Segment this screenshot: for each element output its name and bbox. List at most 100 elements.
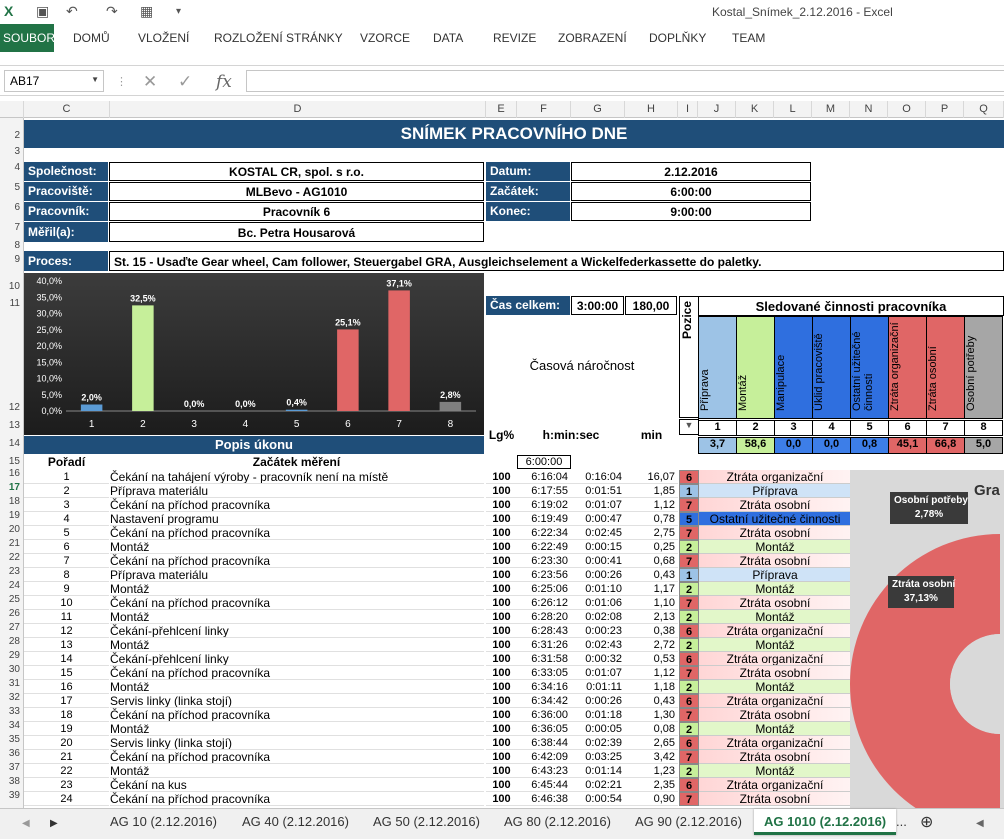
tab-insert[interactable]: VLOŽENÍ	[138, 31, 189, 45]
record-dur[interactable]: 0:02:08	[571, 610, 625, 624]
record-position[interactable]: 7	[679, 708, 699, 722]
row-header[interactable]: 26	[0, 608, 22, 619]
record-dur[interactable]: 0:01:11	[571, 680, 625, 694]
record-dur[interactable]: 0:00:23	[571, 624, 625, 638]
row-header[interactable]: 14	[0, 438, 22, 449]
tab-formulas[interactable]: VZORCE	[360, 31, 410, 45]
record-min[interactable]: 0,38	[625, 624, 678, 638]
row-header[interactable]: 11	[0, 298, 22, 309]
row-header[interactable]: 7	[0, 222, 22, 233]
record-lg[interactable]: 100	[486, 736, 517, 750]
record-desc[interactable]: Čekání na příchod pracovníka	[110, 708, 484, 722]
record-desc[interactable]: Příprava materiálu	[110, 568, 484, 582]
select-all[interactable]	[0, 101, 24, 118]
record-position[interactable]: 7	[679, 750, 699, 764]
record-time[interactable]: 6:28:20	[517, 610, 571, 624]
bar[interactable]	[388, 290, 410, 411]
record-lg[interactable]: 100	[486, 470, 517, 484]
record-dur[interactable]: 0:00:54	[571, 792, 625, 806]
row-header[interactable]: 20	[0, 524, 22, 535]
row-header[interactable]: 36	[0, 748, 22, 759]
row-header[interactable]: 19	[0, 510, 22, 521]
record-min[interactable]: 1,12	[625, 498, 678, 512]
record-min[interactable]: 3,42	[625, 750, 678, 764]
filter-icon[interactable]: ▼	[679, 419, 699, 435]
process-value[interactable]: St. 15 - Usaďte Gear wheel, Cam follower…	[109, 251, 1004, 271]
record-dur[interactable]: 0:00:47	[571, 512, 625, 526]
record-time[interactable]: 6:42:09	[517, 750, 571, 764]
record-position[interactable]: 1	[679, 568, 699, 582]
record-desc[interactable]: Čekání na příchod pracovníka	[110, 498, 484, 512]
row-header[interactable]: 17	[0, 482, 22, 493]
record-desc[interactable]: Čekání-přehlcení linky	[110, 652, 484, 666]
record-min[interactable]: 1,85	[625, 484, 678, 498]
row-header[interactable]: 39	[0, 790, 22, 801]
record-time[interactable]: 6:34:42	[517, 694, 571, 708]
row-header[interactable]: 28	[0, 636, 22, 647]
row-header[interactable]: 30	[0, 664, 22, 675]
record-position[interactable]: 2	[679, 540, 699, 554]
bar[interactable]	[80, 404, 103, 412]
record-lg[interactable]: 100	[486, 610, 517, 624]
record-desc[interactable]: Montáž	[110, 540, 484, 554]
row-header[interactable]: 22	[0, 552, 22, 563]
record-time[interactable]: 6:36:00	[517, 708, 571, 722]
end-value[interactable]: 9:00:00	[571, 202, 811, 221]
record-dur[interactable]: 0:00:26	[571, 694, 625, 708]
record-position[interactable]: 2	[679, 610, 699, 624]
row-header[interactable]: 37	[0, 762, 22, 773]
record-time[interactable]: 6:25:06	[517, 582, 571, 596]
record-n[interactable]: 9	[24, 582, 109, 596]
column-header-h[interactable]: H	[625, 101, 678, 118]
record-dur[interactable]: 0:01:07	[571, 498, 625, 512]
record-lg[interactable]: 100	[486, 512, 517, 526]
row-header[interactable]: 6	[0, 202, 22, 213]
column-header-e[interactable]: E	[486, 101, 517, 118]
record-lg[interactable]: 100	[486, 680, 517, 694]
measured-value[interactable]: Bc. Petra Housarová	[109, 222, 484, 242]
tab-page-layout[interactable]: ROZLOŽENÍ STRÁNKY	[214, 31, 343, 45]
record-dur[interactable]: 0:03:25	[571, 750, 625, 764]
tab-review[interactable]: REVIZE	[493, 31, 536, 45]
record-position[interactable]: 6	[679, 470, 699, 484]
record-time[interactable]: 6:45:44	[517, 778, 571, 792]
sheet-tab-ag10[interactable]: AG 10 (2.12.2016)	[110, 814, 217, 829]
total-min-value[interactable]: 180,00	[625, 296, 677, 315]
record-lg[interactable]: 100	[486, 778, 517, 792]
column-header-c[interactable]: C	[24, 101, 110, 118]
workplace-value[interactable]: MLBevo - AG1010	[109, 182, 484, 201]
record-desc[interactable]: Čekání na příchod pracovníka	[110, 750, 484, 764]
measure-start-time[interactable]: 6:00:00	[517, 455, 571, 469]
record-min[interactable]: 2,35	[625, 778, 678, 792]
record-lg[interactable]: 100	[486, 708, 517, 722]
record-min[interactable]: 1,23	[625, 764, 678, 778]
record-n[interactable]: 23	[24, 778, 109, 792]
column-header-k[interactable]: K	[736, 101, 774, 118]
record-time[interactable]: 6:22:49	[517, 540, 571, 554]
row-header[interactable]: 13	[0, 420, 22, 431]
record-min[interactable]: 0,43	[625, 694, 678, 708]
record-desc[interactable]: Montáž	[110, 638, 484, 652]
record-n[interactable]: 8	[24, 568, 109, 582]
record-lg[interactable]: 100	[486, 624, 517, 638]
more-sheets[interactable]: ...	[896, 814, 907, 829]
column-header-q[interactable]: Q	[964, 101, 1004, 118]
sheet-tab-ag90[interactable]: AG 90 (2.12.2016)	[635, 814, 742, 829]
tab-home[interactable]: DOMŮ	[73, 31, 110, 45]
record-position[interactable]: 2	[679, 680, 699, 694]
record-n[interactable]: 20	[24, 736, 109, 750]
record-desc[interactable]: Servis linky (linka stojí)	[110, 736, 484, 750]
record-position[interactable]: 6	[679, 694, 699, 708]
record-time[interactable]: 6:36:05	[517, 722, 571, 736]
record-lg[interactable]: 100	[486, 596, 517, 610]
record-min[interactable]: 1,12	[625, 666, 678, 680]
pie-chart[interactable]: Gra Osobní potřeby 2,78% Ztráta osobní 3…	[850, 470, 1004, 808]
record-min[interactable]: 1,10	[625, 596, 678, 610]
record-min[interactable]: 0,53	[625, 652, 678, 666]
record-lg[interactable]: 100	[486, 484, 517, 498]
record-dur[interactable]: 0:02:43	[571, 638, 625, 652]
record-desc[interactable]: Čekání-přehlcení linky	[110, 624, 484, 638]
scroll-left-icon[interactable]: ◀	[22, 818, 30, 829]
sheet-tab-ag40[interactable]: AG 40 (2.12.2016)	[242, 814, 349, 829]
record-lg[interactable]: 100	[486, 792, 517, 806]
